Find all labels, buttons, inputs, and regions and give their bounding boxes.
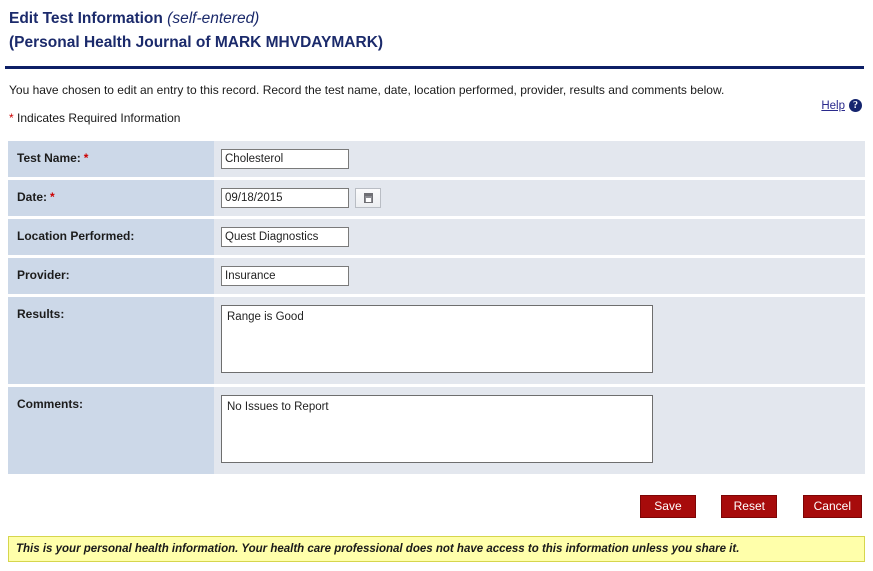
field-location-performed	[214, 219, 865, 256]
test-information-form: Test Name:* Date:* Location Performed:	[8, 138, 865, 477]
label-results-text: Results:	[17, 307, 65, 322]
test-name-input[interactable]	[221, 149, 349, 170]
calendar-picker-button[interactable]	[355, 188, 381, 209]
page-title-main: Edit Test Information	[9, 10, 163, 27]
date-field-wrapper	[221, 188, 865, 209]
form-action-bar: Save Reset Cancel	[0, 495, 862, 519]
comments-textarea[interactable]: No Issues to Report	[221, 395, 653, 464]
label-date: Date: *	[8, 180, 214, 217]
required-note-text: Indicates Required Information	[13, 111, 181, 126]
table-row-test-name: Test Name: *	[8, 141, 865, 178]
required-asterisk-date: *	[50, 190, 55, 205]
table-row-provider: Provider:	[8, 258, 865, 295]
privacy-notice: This is your personal health information…	[8, 536, 865, 562]
page-title-self-entered: (self-entered)	[167, 10, 260, 27]
label-test-name-text: Test Name:	[17, 151, 81, 166]
required-asterisk-test-name: *	[83, 151, 89, 166]
header-divider	[5, 66, 864, 70]
calendar-icon	[363, 193, 373, 204]
field-comments: No Issues to Report	[214, 387, 865, 475]
field-date	[214, 180, 865, 217]
required-note: * Indicates Required Information	[9, 111, 180, 125]
field-test-name	[214, 141, 865, 178]
help-block[interactable]: Help ?	[821, 99, 862, 113]
provider-input[interactable]	[221, 266, 349, 287]
table-row-results: Results: Range is Good	[8, 297, 865, 385]
field-results: Range is Good	[214, 297, 865, 385]
label-provider-text: Provider:	[17, 268, 70, 283]
save-button[interactable]: Save	[639, 495, 696, 519]
table-row-location-performed: Location Performed:	[8, 219, 865, 256]
date-input[interactable]	[221, 188, 349, 209]
label-comments: Comments:	[8, 387, 214, 475]
label-comments-text: Comments:	[17, 397, 84, 412]
question-mark-icon[interactable]: ?	[849, 99, 862, 113]
label-provider: Provider:	[8, 258, 214, 295]
label-date-text: Date:	[17, 190, 48, 205]
table-row-comments: Comments: No Issues to Report	[8, 387, 865, 475]
page-header: Edit Test Information (self-entered) (Pe…	[0, 0, 873, 54]
page-subtitle: (Personal Health Journal of MARK MHVDAYM…	[9, 33, 384, 51]
field-provider	[214, 258, 865, 295]
label-location-performed: Location Performed:	[8, 219, 214, 256]
results-textarea[interactable]: Range is Good	[221, 305, 653, 374]
label-location-performed-text: Location Performed:	[17, 229, 135, 244]
page-title: Edit Test Information (self-entered)	[9, 9, 873, 30]
required-info-row: * Indicates Required Information Help ?	[9, 99, 873, 129]
reset-button[interactable]: Reset	[721, 495, 778, 519]
label-results: Results:	[8, 297, 214, 385]
table-row-date: Date: *	[8, 180, 865, 217]
help-link[interactable]: Help	[821, 100, 845, 112]
label-test-name: Test Name: *	[8, 141, 214, 178]
intro-description: You have chosen to edit an entry to this…	[9, 83, 725, 98]
cancel-button[interactable]: Cancel	[802, 495, 862, 519]
location-performed-input[interactable]	[221, 227, 349, 248]
